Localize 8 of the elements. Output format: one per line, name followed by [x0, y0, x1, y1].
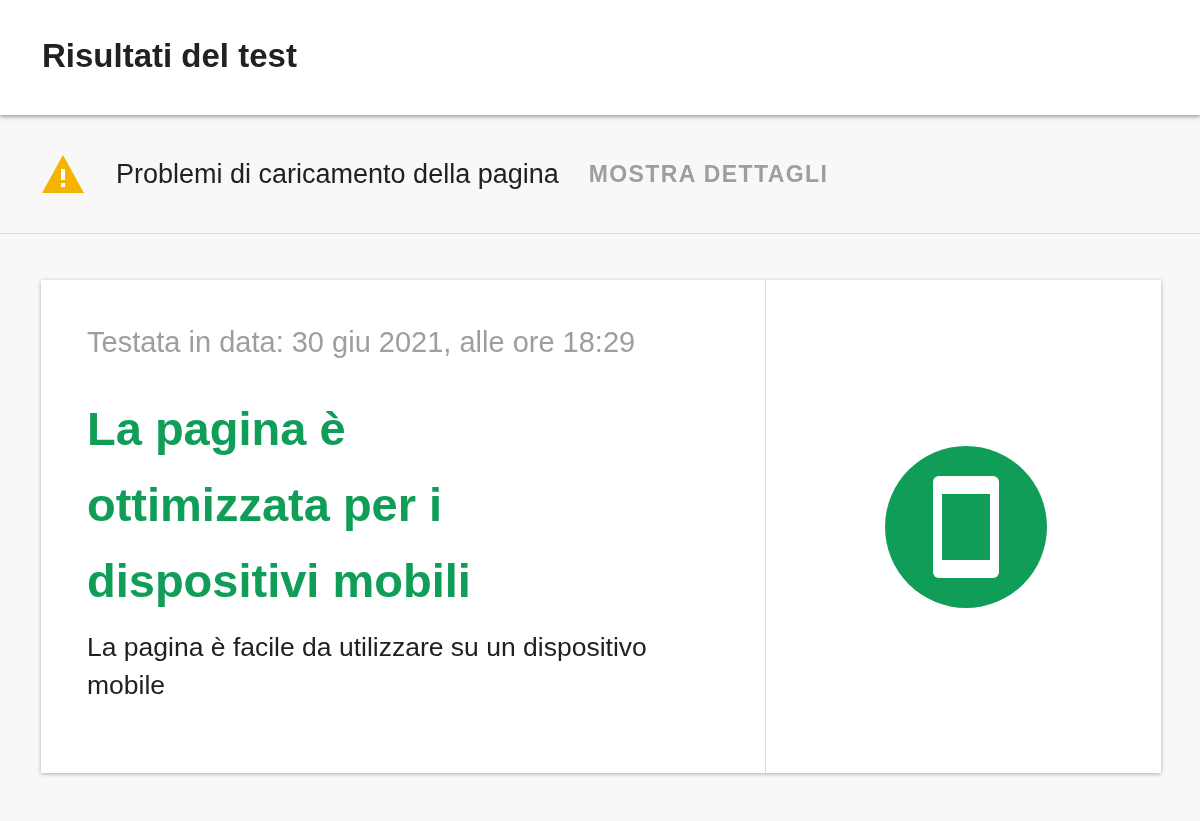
test-date: Testata in data: 30 giu 2021, alle ore 18:29 — [87, 325, 637, 359]
warning-message: Problemi di caricamento della pagina — [116, 158, 559, 190]
show-details-button[interactable]: MOSTRA DETTAGLI — [588, 160, 829, 188]
result-description: La pagina è facile da utilizzare su un dispositivo mobile — [87, 631, 648, 702]
phone-icon — [884, 445, 1047, 608]
page-title: Risultati del test — [42, 36, 297, 75]
warning-icon — [42, 155, 84, 193]
result-heading: La pagina è ottimizzata per i dispositivi mobili — [87, 401, 472, 609]
